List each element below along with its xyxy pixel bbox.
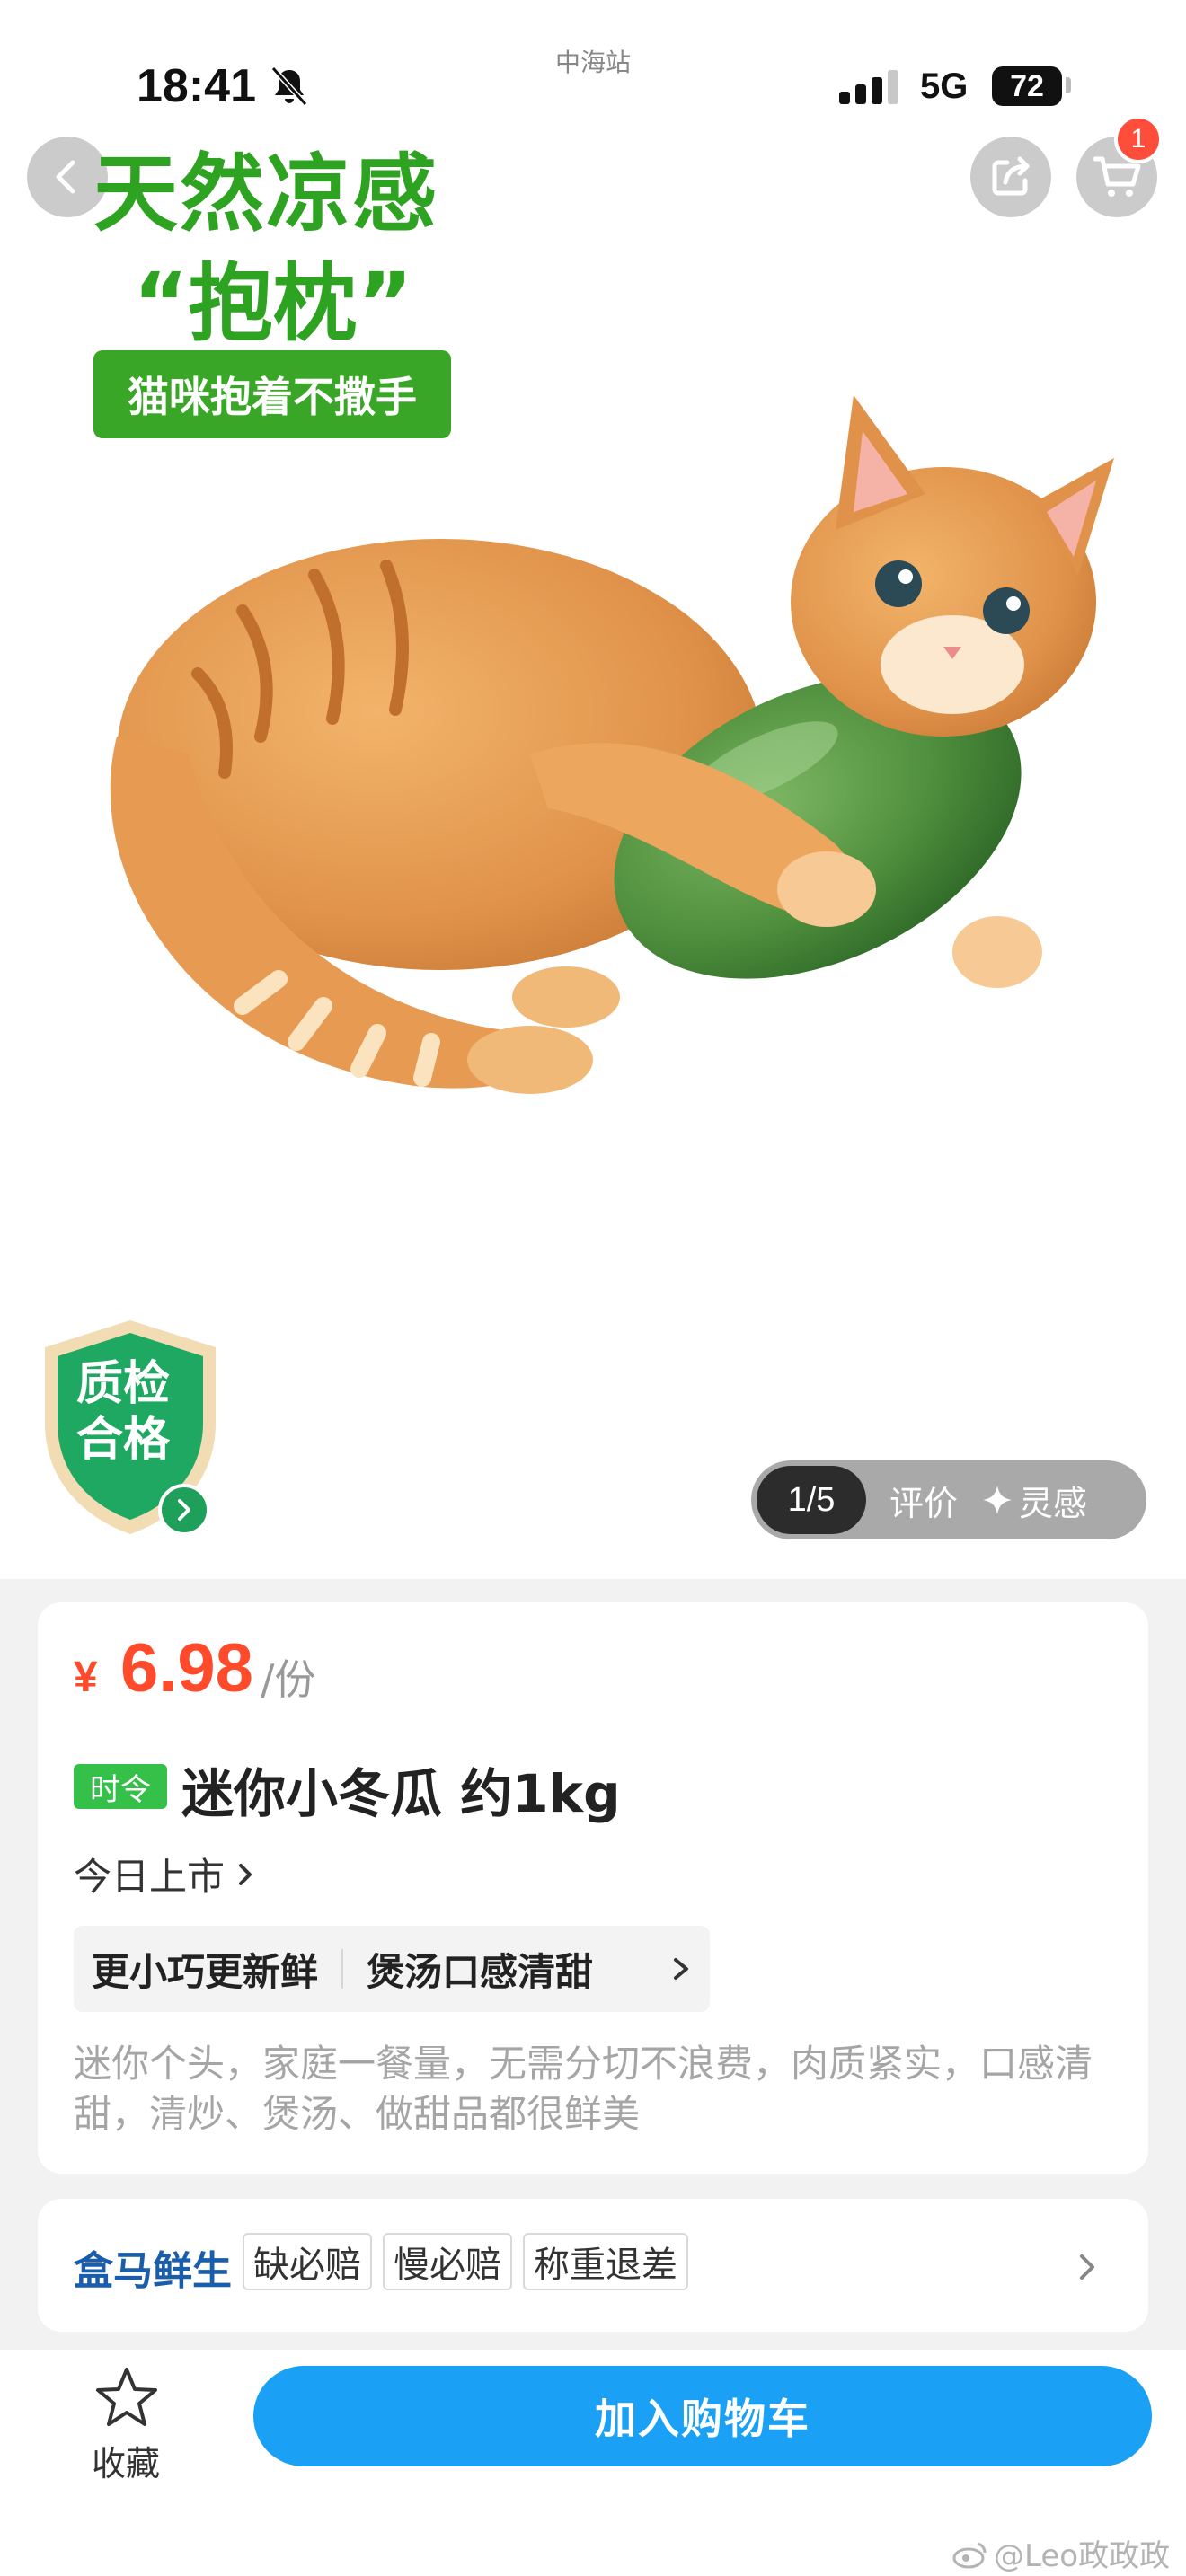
watermark: @Leo政政政 <box>952 2531 1170 2575</box>
network-type: 5G <box>920 66 969 106</box>
battery-tip <box>1066 77 1071 93</box>
product-title: 迷你小冬瓜 约1kg <box>181 1763 621 1824</box>
chevron-left-icon <box>56 160 75 194</box>
season-tag: 时令 <box>74 1764 167 1809</box>
guarantee-tag: 称重退差 <box>523 2233 688 2290</box>
star-icon[interactable] <box>93 2364 160 2429</box>
feature-item: 更小巧更新鲜 <box>92 1949 319 1994</box>
price-value: 6.98 <box>120 1630 253 1707</box>
brand-label: 盒马鲜生 <box>74 2248 232 2294</box>
guarantee-tag: 慢必赔 <box>383 2233 512 2290</box>
feature-highlights[interactable]: 更小巧更新鲜 煲汤口感清甜 <box>74 1926 710 2012</box>
signal-icon <box>839 70 898 104</box>
feature-item: 煲汤口感清甜 <box>367 1949 594 1994</box>
tab-review[interactable]: 评价 <box>890 1476 958 1525</box>
add-to-cart-button[interactable]: 加入购物车 <box>253 2366 1152 2466</box>
guarantee-tag: 缺必赔 <box>243 2233 372 2290</box>
tab-inspiration-label: 灵感 <box>1019 1483 1088 1523</box>
chevron-right-icon <box>239 1863 252 1885</box>
tab-review-label: 评价 <box>890 1483 959 1523</box>
feature-divider <box>341 1949 344 1989</box>
share-icon <box>992 156 1030 196</box>
chevron-right-icon <box>178 1499 190 1521</box>
quality-badge-arrow[interactable] <box>158 1484 210 1536</box>
launch-date-link[interactable]: 今日上市 <box>74 1847 259 1901</box>
product-description: 迷你个头，家庭一餐量，无需分切不浪费，肉质紧实，口感清甜，清炒、煲汤、做甜品都很… <box>74 2042 1093 2136</box>
battery-indicator: 72 <box>992 66 1062 106</box>
gallery-count: 1/5 <box>757 1466 866 1534</box>
guarantee-row[interactable]: 盒马鲜生 缺必赔 慢必赔 称重退差 <box>38 2199 1148 2332</box>
gallery-pager[interactable]: 1/5 评价 灵感 <box>751 1460 1146 1539</box>
watermark-text: @Leo政政政 <box>994 2538 1171 2574</box>
product-photo <box>110 395 1114 1094</box>
price-unit: /份 <box>261 1655 316 1704</box>
guarantee-tags: 缺必赔 慢必赔 称重退差 <box>243 2233 699 2290</box>
carrier-label: 中海站 <box>554 48 631 77</box>
launch-date-label: 今日上市 <box>74 1855 226 1899</box>
promo-subheadline: “抱枕” <box>133 255 413 353</box>
weibo-icon <box>952 2542 987 2568</box>
sparkle-icon <box>983 1486 1013 1514</box>
product-gallery[interactable]: 18:41 中海站 5G 72 1 天然凉感 “抱枕” 猫咪抱着不撒手 质检合格… <box>0 0 1186 1579</box>
promo-headline: 天然凉感 <box>93 146 439 243</box>
product-info-card: ¥ 6.98 /份 时令 迷你小冬瓜 约1kg 今日上市 更小巧更新鲜 煲汤口感… <box>38 1602 1148 2174</box>
quality-badge-label: 质检合格 <box>75 1357 170 1467</box>
bell-muted-icon <box>270 66 308 107</box>
favorite-label[interactable]: 收藏 <box>54 2436 198 2485</box>
tab-inspiration[interactable]: 灵感 <box>981 1476 1087 1525</box>
chevron-right-icon <box>674 1958 688 1980</box>
price-currency: ¥ <box>74 1654 98 1701</box>
cart-count-badge: 1 <box>1114 115 1163 163</box>
chevron-right-icon <box>1080 2254 1094 2280</box>
share-button[interactable] <box>970 137 1051 217</box>
status-time: 18:41 <box>137 60 256 112</box>
